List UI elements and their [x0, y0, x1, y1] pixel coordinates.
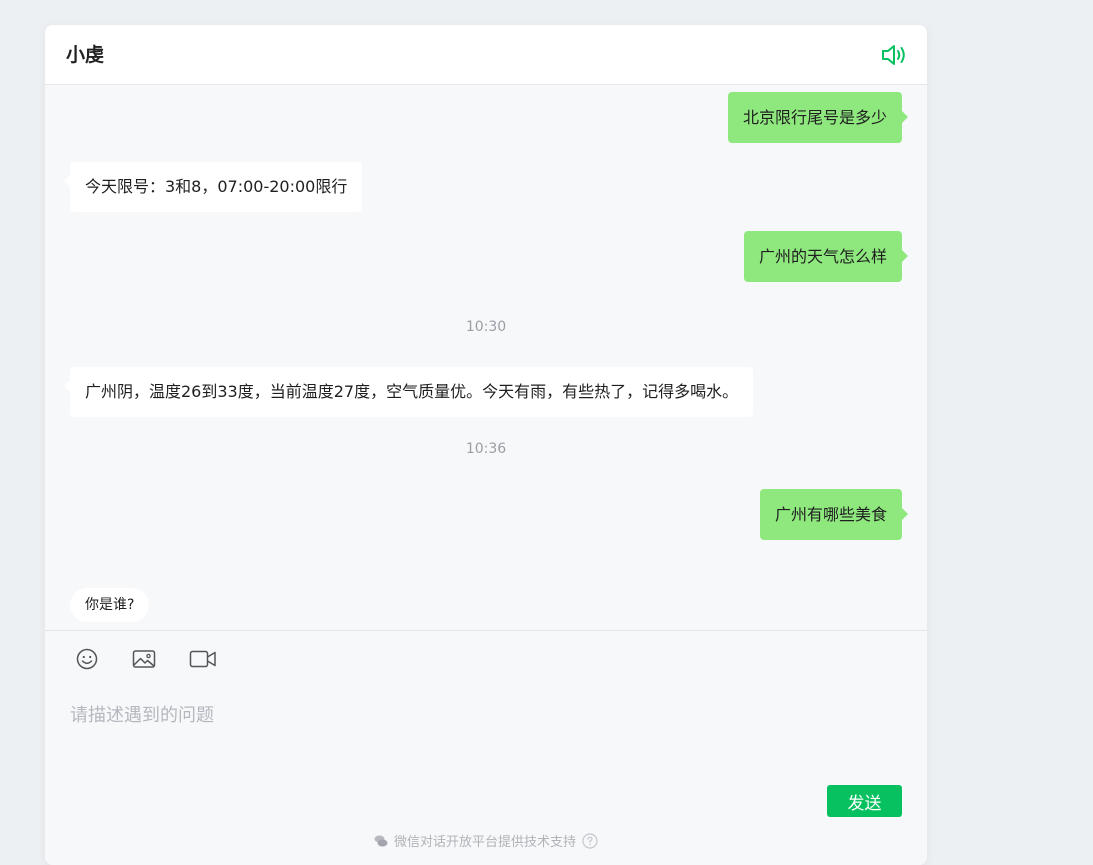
message-list[interactable]: 北京限行尾号是多少 今天限号：3和8，07:00-20:00限行 广州的天气怎么…	[45, 85, 927, 630]
footer: 微信对话开放平台提供技术支持	[45, 831, 927, 850]
chat-header: 小虔	[45, 25, 927, 85]
chat-window: 小虔 北京限行尾号是多少 今天限号：3和8，07:00-20:00限行 广州的天…	[45, 25, 927, 865]
video-icon[interactable]	[189, 648, 217, 674]
user-message: 广州的天气怎么样	[743, 231, 909, 282]
message-timestamp: 10:30	[465, 319, 507, 335]
chat-title: 小虔	[66, 44, 105, 66]
message-timestamp: 10:36	[465, 441, 507, 457]
user-message: 北京限行尾号是多少	[727, 92, 909, 143]
emoji-icon[interactable]	[76, 648, 98, 674]
send-button[interactable]: 发送	[827, 785, 902, 817]
input-area: 发送 微信对话开放平台提供技术支持	[45, 630, 927, 865]
footer-text: 微信对话开放平台提供技术支持	[393, 835, 576, 850]
image-icon[interactable]	[132, 648, 156, 674]
message-input[interactable]	[70, 701, 900, 781]
wechat-dialog-logo-icon	[374, 835, 388, 847]
suggestion-chip[interactable]: 你是谁?	[70, 588, 150, 622]
bot-message: 广州阴，温度26到33度，当前温度27度，空气质量优。今天有雨，有些热了，记得多…	[63, 367, 754, 417]
bot-message: 今天限号：3和8，07:00-20:00限行	[63, 162, 363, 212]
help-icon[interactable]	[582, 832, 598, 849]
user-message: 广州有哪些美食	[759, 489, 909, 540]
speaker-icon[interactable]	[879, 42, 907, 68]
